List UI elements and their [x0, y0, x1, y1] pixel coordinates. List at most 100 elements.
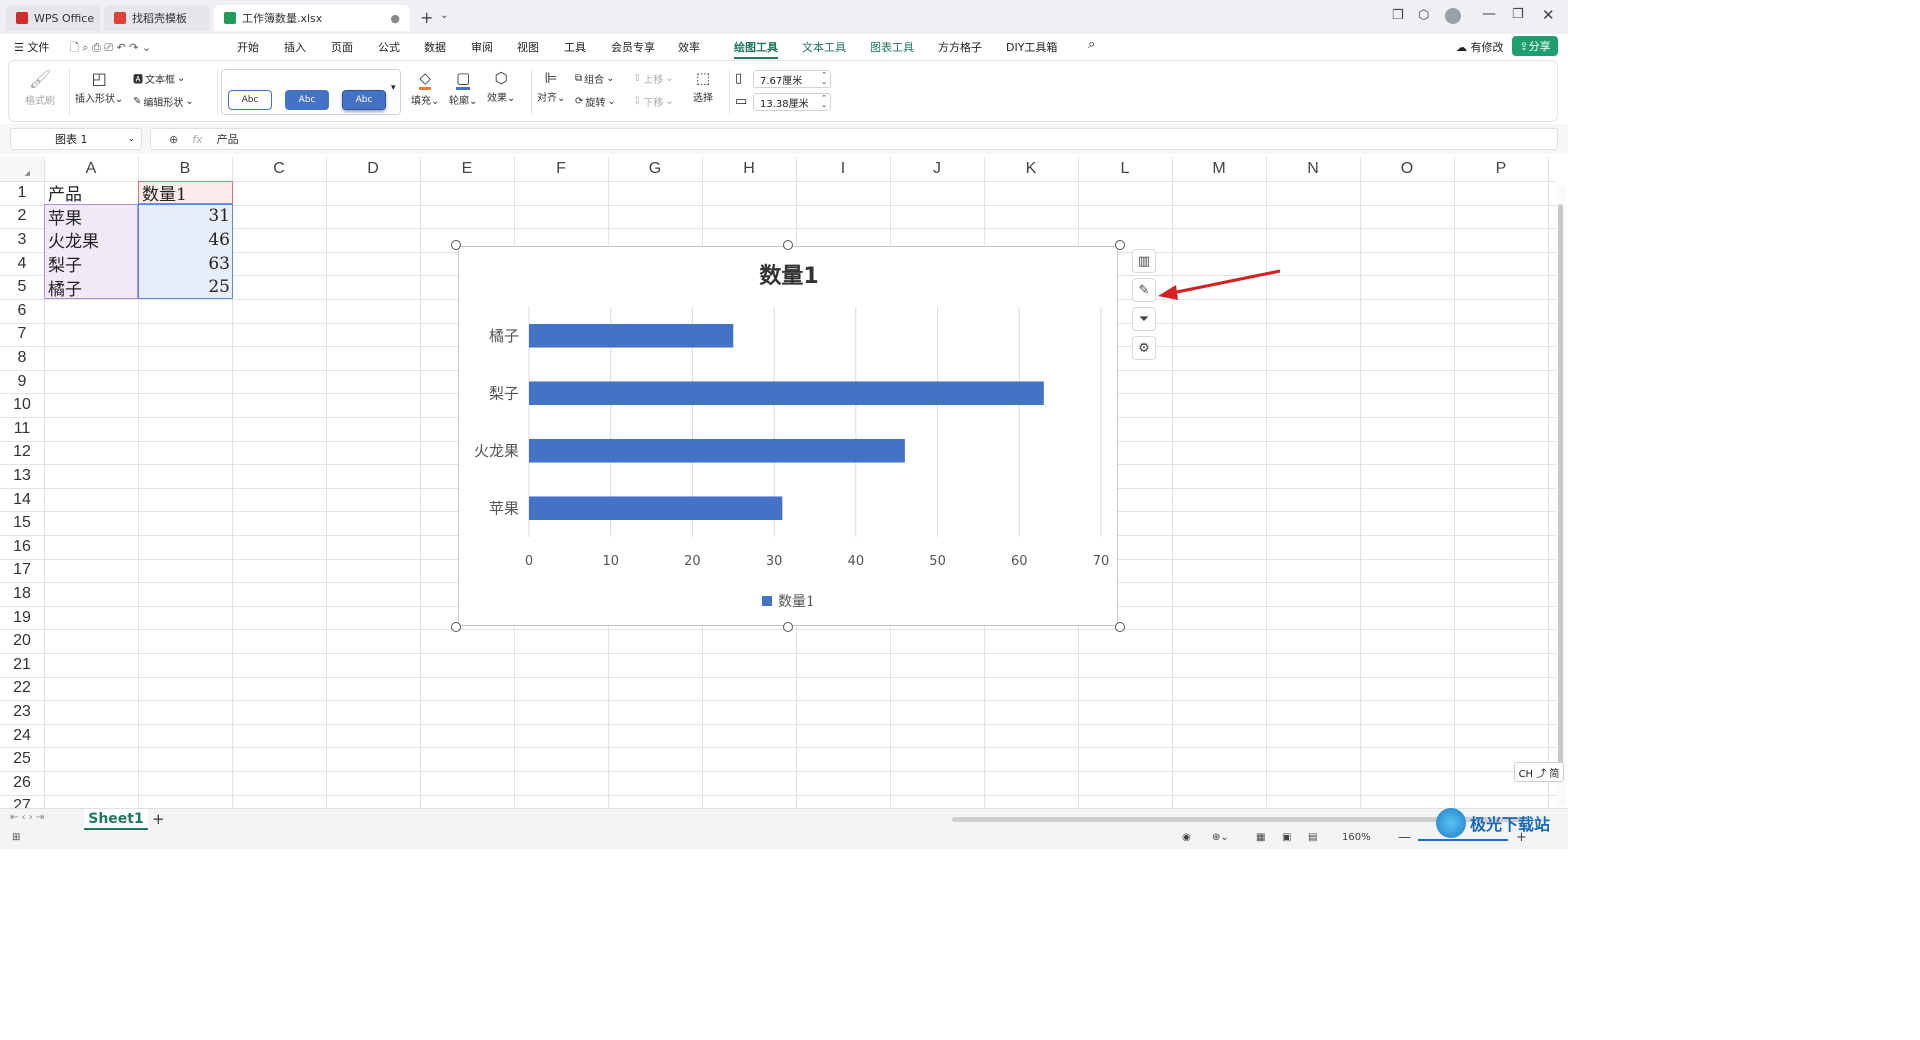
menu-data[interactable]: 数据: [424, 39, 446, 55]
zoom-formula-icon[interactable]: ⊕: [169, 133, 178, 146]
normal-view-icon[interactable]: ▦: [1256, 832, 1265, 843]
resize-handle-n[interactable]: [783, 240, 793, 250]
vertical-scrollbar[interactable]: [1556, 186, 1566, 806]
zoom-out-icon[interactable]: —: [1398, 830, 1411, 845]
row-header-15[interactable]: 15: [0, 511, 44, 535]
textbox-button[interactable]: 🅰 文本框 ⌄: [133, 71, 185, 86]
move-down-button[interactable]: ⇩ 下移 ⌄: [633, 94, 674, 109]
menu-chart-tools[interactable]: 图表工具: [870, 39, 914, 55]
menu-page[interactable]: 页面: [331, 39, 353, 55]
row-header-10[interactable]: 10: [0, 393, 44, 417]
row-header-11[interactable]: 11: [0, 417, 44, 441]
row-header-1[interactable]: 1: [0, 181, 44, 205]
tab-wps-office[interactable]: WPS Office: [6, 5, 100, 31]
cell-a5[interactable]: 橘子: [48, 275, 82, 300]
fill-button[interactable]: ◇ 填充⌄: [411, 69, 439, 107]
outline-button[interactable]: ▢ 轮廓⌄: [449, 69, 477, 107]
share-button[interactable]: ⇪ 分享: [1512, 36, 1558, 56]
row-header-13[interactable]: 13: [0, 464, 44, 488]
row-header-8[interactable]: 8: [0, 346, 44, 370]
row-header-26[interactable]: 26: [0, 771, 44, 795]
new-tab-icon[interactable]: +: [420, 8, 433, 27]
column-header-c[interactable]: C: [232, 157, 326, 181]
row-header-20[interactable]: 20: [0, 629, 44, 653]
macro-icon[interactable]: ⊞: [12, 832, 20, 843]
menu-diy[interactable]: DIY工具箱: [1006, 39, 1057, 55]
eye-protection-icon[interactable]: ◉: [1182, 832, 1191, 843]
file-menu[interactable]: ☰ 文件: [14, 39, 49, 55]
menu-insert[interactable]: 插入: [284, 39, 306, 55]
group-button[interactable]: ⧉ 组合 ⌄: [575, 71, 615, 86]
menu-review[interactable]: 审阅: [471, 39, 493, 55]
name-box[interactable]: 图表 1 ⌄: [10, 128, 142, 150]
row-header-2[interactable]: 2: [0, 205, 44, 229]
sheet-nav-icons[interactable]: ⇤ ‹ › ⇥: [10, 812, 44, 823]
row-header-22[interactable]: 22: [0, 677, 44, 701]
menu-view[interactable]: 视图: [517, 39, 539, 55]
ime-indicator[interactable]: CH ⤴ 简: [1514, 762, 1564, 782]
search-icon[interactable]: ⌕: [1088, 37, 1095, 52]
cell-b4[interactable]: 63: [142, 252, 230, 276]
cell-b3[interactable]: 46: [142, 228, 230, 252]
menu-tools[interactable]: 工具: [564, 39, 586, 55]
row-header-14[interactable]: 14: [0, 488, 44, 512]
row-header-16[interactable]: 16: [0, 535, 44, 559]
minimize-icon[interactable]: —: [1482, 6, 1496, 22]
effect-button[interactable]: ⬡ 效果⌄: [487, 69, 515, 104]
menu-formula[interactable]: 公式: [378, 39, 400, 55]
column-header-a[interactable]: A: [44, 157, 138, 181]
column-header-f[interactable]: F: [514, 157, 608, 181]
width-stepper-icon[interactable]: ⌃ ⌄: [821, 95, 827, 109]
column-header-b[interactable]: B: [138, 157, 232, 181]
quick-access-icons[interactable]: 🗋 ⌕ ⎙ ⎚ ↶ ↷ ⌄: [70, 39, 151, 58]
gallery-more-icon[interactable]: ▾: [391, 83, 396, 93]
column-header-d[interactable]: D: [326, 157, 420, 181]
style-outline[interactable]: Abc: [228, 90, 272, 110]
sheet-tab-sheet1[interactable]: Sheet1: [84, 809, 148, 830]
style-fill-shadow[interactable]: Abc: [342, 90, 386, 110]
add-sheet-icon[interactable]: +: [152, 810, 165, 828]
column-header-k[interactable]: K: [984, 157, 1078, 181]
cell-a3[interactable]: 火龙果: [48, 228, 99, 252]
formula-input[interactable]: ⊕ fx 产品: [150, 128, 1558, 150]
row-header-25[interactable]: 25: [0, 747, 44, 771]
page-layout-icon[interactable]: ▣: [1282, 832, 1291, 843]
rotate-button[interactable]: ⟳ 旋转 ⌄: [575, 94, 616, 109]
insert-shape-button[interactable]: ◰ 插入形状⌄: [75, 69, 123, 105]
resize-handle-ne[interactable]: [1115, 240, 1125, 250]
row-header-23[interactable]: 23: [0, 700, 44, 724]
column-header-i[interactable]: I: [796, 157, 890, 181]
column-header-l[interactable]: L: [1078, 157, 1172, 181]
column-header-g[interactable]: G: [608, 157, 702, 181]
avatar[interactable]: [1445, 8, 1461, 24]
row-header-5[interactable]: 5: [0, 275, 44, 299]
cube-icon[interactable]: ⬡: [1418, 8, 1429, 23]
format-painter-button[interactable]: 🖌 格式刷: [25, 69, 55, 107]
menu-text-tools[interactable]: 文本工具: [802, 39, 846, 55]
page-break-icon[interactable]: ▤: [1308, 832, 1317, 843]
row-header-9[interactable]: 9: [0, 370, 44, 394]
column-header-m[interactable]: M: [1172, 157, 1266, 181]
menu-fangfang[interactable]: 方方格子: [938, 39, 982, 55]
width-field[interactable]: 13.38厘米 ⌃ ⌄: [753, 93, 831, 111]
row-header-4[interactable]: 4: [0, 252, 44, 276]
resize-handle-s[interactable]: [783, 622, 793, 632]
select-all-corner[interactable]: ◢: [0, 157, 44, 181]
row-header-19[interactable]: 19: [0, 606, 44, 630]
resize-handle-nw[interactable]: [451, 240, 461, 250]
restore-icon[interactable]: ❐: [1512, 7, 1524, 22]
tab-list-icon[interactable]: ⌄: [440, 10, 448, 21]
row-header-12[interactable]: 12: [0, 441, 44, 465]
row-header-6[interactable]: 6: [0, 299, 44, 323]
window-icon[interactable]: ❐: [1392, 8, 1404, 23]
column-header-n[interactable]: N: [1266, 157, 1360, 181]
tab-workbook[interactable]: 工作簿数量.xlsx ●: [214, 5, 410, 31]
menu-drawing-tools[interactable]: 绘图工具: [734, 39, 778, 59]
scrollbar-thumb[interactable]: [1558, 204, 1563, 774]
style-fill[interactable]: Abc: [285, 90, 329, 110]
zoom-level[interactable]: 160%: [1342, 832, 1371, 843]
column-header-p[interactable]: P: [1454, 157, 1548, 181]
resize-handle-se[interactable]: [1115, 622, 1125, 632]
row-header-3[interactable]: 3: [0, 228, 44, 252]
menu-efficiency[interactable]: 效率: [678, 39, 700, 55]
